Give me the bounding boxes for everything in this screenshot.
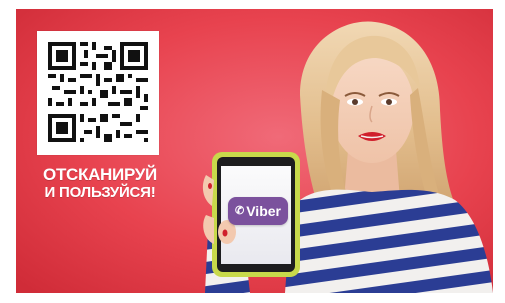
qr-code-icon [48,42,148,142]
scan-caption: ОТСКАНИРУЙ И ПОЛЬЗУЙСЯ! [30,166,170,202]
viber-logo-text: Viber [246,203,281,219]
viber-logo[interactable]: ✆ Viber [228,197,288,225]
promo-banner: ОТСКАНИРУЙ И ПОЛЬЗУЙСЯ! ✆ Viber [0,0,505,303]
qr-code-card[interactable] [37,31,159,155]
caption-line-2: И ПОЛЬЗУЙСЯ! [44,184,156,201]
phone-icon: ✆ [235,205,245,217]
caption-line-1: ОТСКАНИРУЙ [43,165,157,184]
